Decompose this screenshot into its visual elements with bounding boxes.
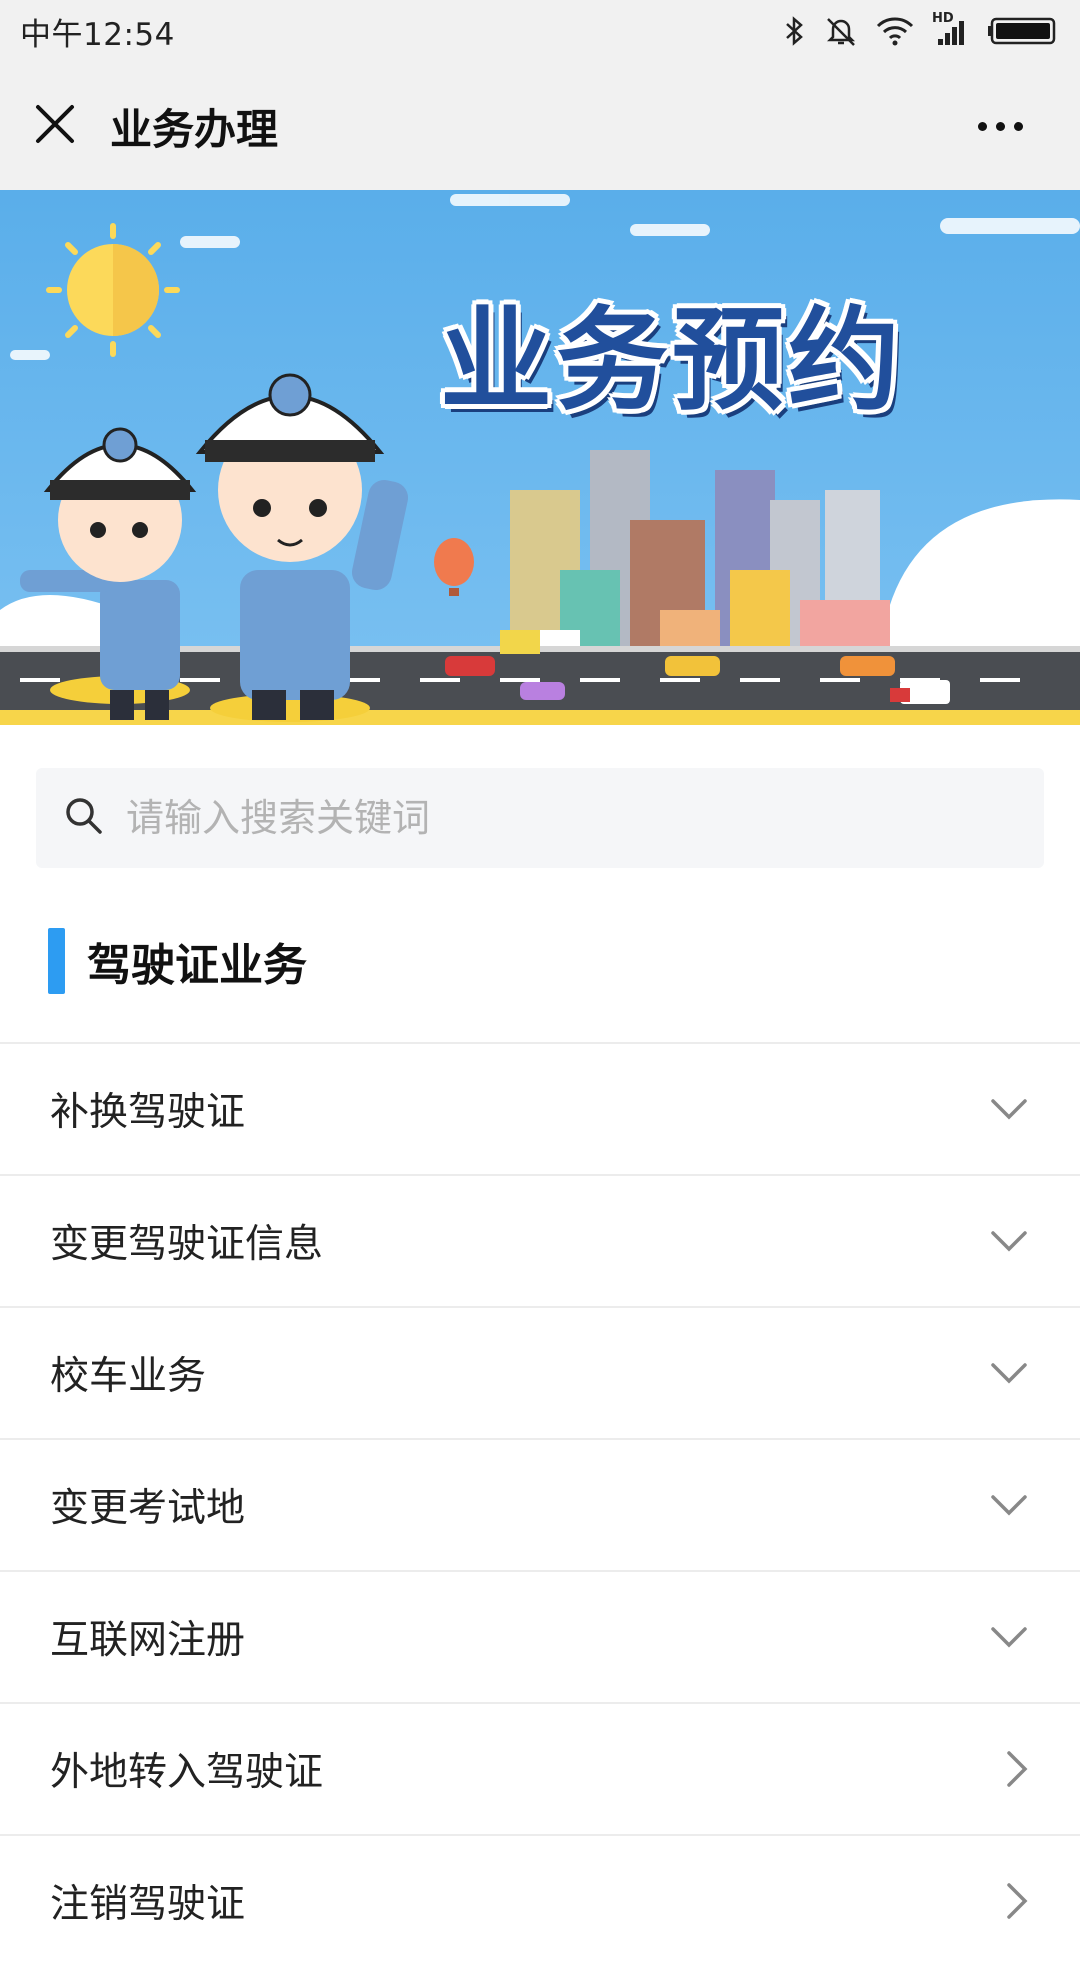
list-item-label: 补换驾驶证 — [50, 1090, 246, 1135]
list-item-label: 变更驾驶证信息 — [50, 1222, 324, 1267]
bluetooth-icon — [784, 16, 806, 46]
status-icons: HD — [784, 11, 1058, 47]
list-item-label: 变更考试地 — [50, 1486, 246, 1531]
chevron-down-icon — [990, 1230, 1028, 1252]
list-item-label: 互联网注册 — [50, 1618, 246, 1663]
chevron-down-icon — [990, 1362, 1028, 1384]
banner-image: 业务预约 — [0, 190, 1080, 725]
list-item[interactable]: 外地转入驾驶证 — [0, 1702, 1080, 1834]
signal-icon: HD — [932, 11, 970, 47]
list-item-label: 外地转入驾驶证 — [50, 1750, 324, 1795]
search-icon — [64, 796, 104, 840]
banner-title: 业务预约 — [440, 296, 904, 426]
list-item-label: 注销驾驶证 — [50, 1882, 246, 1927]
close-button[interactable] — [0, 62, 110, 190]
chevron-right-icon — [1006, 1750, 1028, 1788]
chevron-right-icon — [1006, 1882, 1028, 1920]
close-icon — [34, 103, 76, 149]
section-header: 驾驶证业务 — [48, 928, 307, 994]
list-item[interactable]: 补换驾驶证 — [0, 1042, 1080, 1174]
more-icon-dot — [1013, 121, 1023, 131]
wifi-icon — [876, 16, 914, 46]
chevron-down-icon — [990, 1626, 1028, 1648]
more-options-button[interactable] — [960, 62, 1040, 190]
mute-bell-icon — [824, 15, 858, 47]
battery-icon — [988, 15, 1058, 47]
section-accent-bar — [48, 928, 65, 994]
more-icon-dot — [977, 121, 987, 131]
more-icon-dot — [995, 121, 1005, 131]
chevron-down-icon — [990, 1098, 1028, 1120]
list-item-label: 校车业务 — [50, 1354, 207, 1399]
title-bar: 业务办理 — [0, 62, 1080, 190]
chevron-down-icon — [990, 1494, 1028, 1516]
status-time: 中午12:54 — [20, 16, 175, 53]
list-item[interactable]: 校车业务 — [0, 1306, 1080, 1438]
list-item[interactable]: 互联网注册 — [0, 1570, 1080, 1702]
section-title: 驾驶证业务 — [87, 940, 307, 991]
list-item[interactable]: 变更考试地 — [0, 1438, 1080, 1570]
business-list: 补换驾驶证 变更驾驶证信息 校车业务 变更考试地 互联网注册 外地转入驾驶证 注… — [0, 1042, 1080, 1966]
status-bar: 中午12:54 HD — [0, 0, 1080, 62]
search-bar[interactable] — [36, 768, 1044, 868]
list-item[interactable]: 变更驾驶证信息 — [0, 1174, 1080, 1306]
list-item[interactable]: 注销驾驶证 — [0, 1834, 1080, 1966]
sun-icon — [46, 223, 180, 357]
search-input[interactable] — [124, 795, 984, 841]
page-title: 业务办理 — [110, 104, 279, 154]
